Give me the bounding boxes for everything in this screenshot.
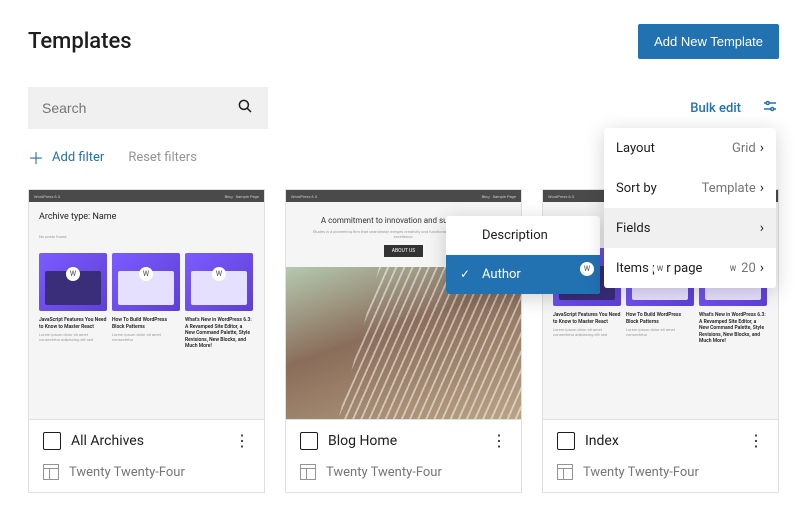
template-theme: Twenty Twenty-Four (583, 465, 699, 480)
chevron-right-icon: › (760, 260, 764, 276)
template-preview: WordPress 6.3Blog Sample Page Archive ty… (29, 190, 264, 420)
fields-option-author[interactable]: Author (446, 255, 600, 294)
fields-option-description[interactable]: Description (446, 216, 600, 255)
add-filter-label: Add filter (52, 150, 104, 165)
chevron-right-icon: › (760, 140, 764, 156)
template-checkbox[interactable] (43, 432, 61, 450)
theme-icon (557, 464, 573, 480)
search-icon (236, 97, 254, 119)
add-new-template-button[interactable]: Add New Template (638, 24, 779, 59)
view-options-popover: Layout Grid› Sort by Template› Fields › … (604, 128, 776, 288)
more-actions-icon[interactable]: ⋮ (748, 433, 764, 449)
template-name: Blog Home (328, 433, 397, 449)
more-actions-icon[interactable]: ⋮ (234, 433, 250, 449)
plus-icon: ＋ (28, 145, 44, 169)
chevron-right-icon: › (760, 220, 764, 236)
template-card[interactable]: WordPress 6.3Blog Sample Page Archive ty… (28, 189, 265, 493)
search-input[interactable] (42, 100, 236, 116)
template-checkbox[interactable] (300, 432, 318, 450)
header: Templates Add New Template (28, 24, 779, 59)
toolbar: Bulk edit (28, 87, 779, 129)
page-title: Templates (28, 29, 132, 54)
template-name: All Archives (71, 433, 144, 449)
theme-icon (43, 464, 59, 480)
theme-icon (300, 464, 316, 480)
fields-popover: Description Author (446, 216, 600, 294)
reset-filters-button[interactable]: Reset filters (128, 150, 197, 165)
view-settings-icon[interactable] (761, 97, 779, 119)
template-theme: Twenty Twenty-Four (326, 465, 442, 480)
search-field[interactable] (28, 87, 268, 129)
view-perpage-row[interactable]: Items per page 20› (604, 248, 776, 288)
template-theme: Twenty Twenty-Four (69, 465, 185, 480)
view-sort-row[interactable]: Sort by Template› (604, 168, 776, 208)
more-actions-icon[interactable]: ⋮ (491, 433, 507, 449)
template-name: Index (585, 433, 619, 449)
bulk-edit-button[interactable]: Bulk edit (690, 101, 741, 116)
template-checkbox[interactable] (557, 432, 575, 450)
add-filter-button[interactable]: ＋ Add filter (28, 145, 104, 169)
view-fields-row[interactable]: Fields › (604, 208, 776, 248)
chevron-right-icon: › (760, 180, 764, 196)
preview-heading: Archive type: Name (39, 212, 254, 222)
view-layout-row[interactable]: Layout Grid› (604, 128, 776, 168)
